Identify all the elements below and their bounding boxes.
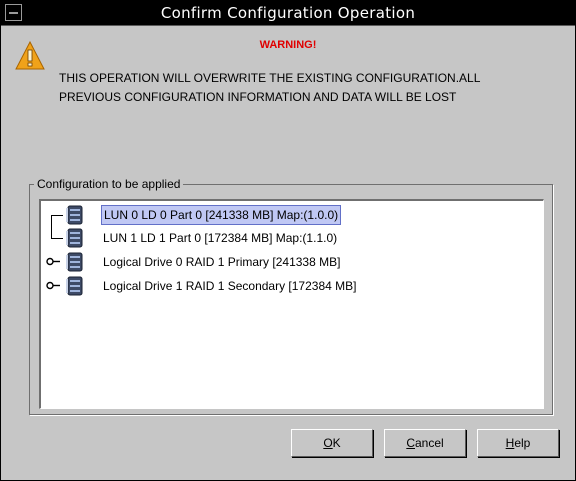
tree-item[interactable]: LUN 0 LD 0 Part 0 [241338 MB] Map:(1.0.0… [41, 204, 541, 226]
ok-mnemonic: O [323, 436, 333, 450]
tree-item-label: Logical Drive 1 RAID 1 Secondary [172384… [103, 279, 357, 293]
disk-icon [66, 228, 83, 248]
dialog-window: Confirm Configuration Operation WARNING!… [0, 0, 576, 481]
disk-icon [66, 276, 83, 296]
tree-item-label: Logical Drive 0 RAID 1 Primary [241338 M… [103, 255, 341, 269]
warning-label: WARNING! [259, 39, 317, 51]
ok-button[interactable]: OK [291, 429, 373, 457]
config-tree[interactable]: LUN 0 LD 0 Part 0 [241338 MB] Map:(1.0.0… [39, 199, 544, 409]
tree-item[interactable]: Logical Drive 0 RAID 1 Primary [241338 M… [41, 251, 541, 273]
tree-item[interactable]: Logical Drive 1 RAID 1 Secondary [172384… [41, 275, 541, 297]
cancel-mnemonic: C [406, 436, 415, 450]
warning-message-line1: THIS OPERATION WILL OVERWRITE THE EXISTI… [59, 71, 481, 85]
warning-message: THIS OPERATION WILL OVERWRITE THE EXISTI… [59, 69, 559, 107]
window-title: Confirm Configuration Operation [160, 4, 416, 22]
title-bar[interactable]: Confirm Configuration Operation [1, 1, 575, 26]
warning-message-line2: PREVIOUS CONFIGURATION INFORMATION AND D… [59, 90, 457, 104]
disk-icon [66, 252, 83, 272]
tree-item[interactable]: LUN 1 LD 1 Part 0 [172384 MB] Map:(1.1.0… [41, 227, 541, 249]
help-button[interactable]: Help [477, 429, 559, 457]
ok-label: K [332, 436, 341, 450]
cancel-label: ancel [414, 436, 444, 450]
help-label: elp [514, 436, 531, 450]
config-group-label: Configuration to be applied [34, 177, 184, 191]
disk-icon [66, 205, 83, 225]
expand-toggle-icon[interactable] [46, 281, 62, 290]
cancel-button[interactable]: Cancel [384, 429, 466, 457]
tree-item-label: LUN 1 LD 1 Part 0 [172384 MB] Map:(1.1.0… [103, 231, 338, 245]
expand-toggle-icon[interactable] [46, 257, 62, 266]
tree-item-label: LUN 0 LD 0 Part 0 [241338 MB] Map:(1.0.0… [101, 205, 342, 225]
